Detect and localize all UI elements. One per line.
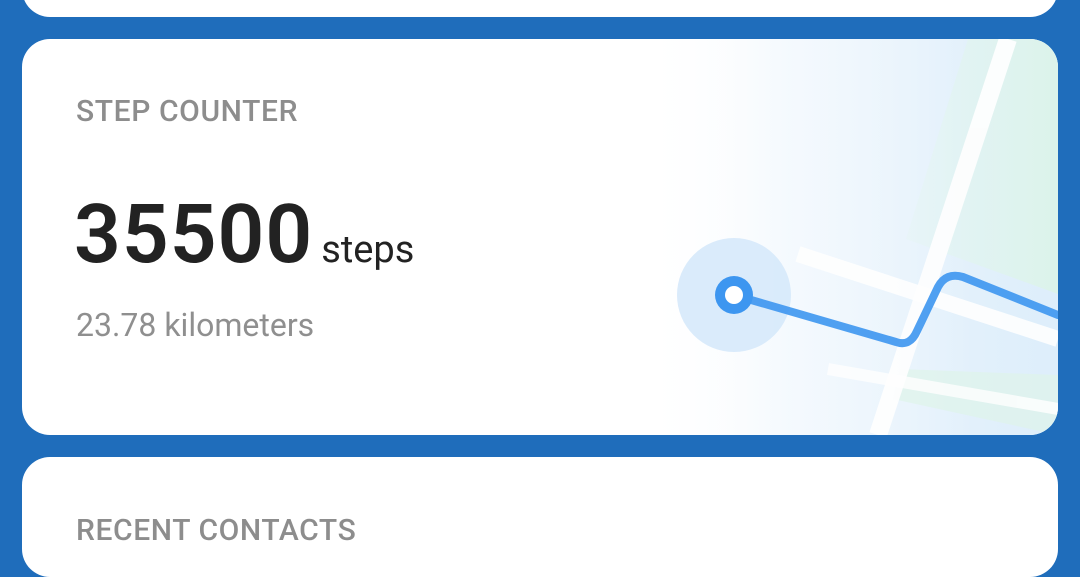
step-counter-title: STEP COUNTER bbox=[76, 94, 299, 129]
recent-contacts-title: RECENT CONTACTS bbox=[76, 513, 357, 548]
previous-card[interactable] bbox=[22, 0, 1058, 17]
step-counter-card[interactable]: STEP COUNTER 35500 steps 23.78 kilometer… bbox=[22, 39, 1058, 435]
step-count-value: 35500 bbox=[74, 187, 314, 283]
step-count-unit: steps bbox=[321, 228, 415, 272]
step-count-row: 35500 steps bbox=[74, 187, 414, 283]
route-map-icon bbox=[638, 39, 1058, 435]
recent-contacts-card[interactable]: RECENT CONTACTS bbox=[22, 457, 1058, 577]
distance-text: 23.78 kilometers bbox=[76, 306, 315, 344]
